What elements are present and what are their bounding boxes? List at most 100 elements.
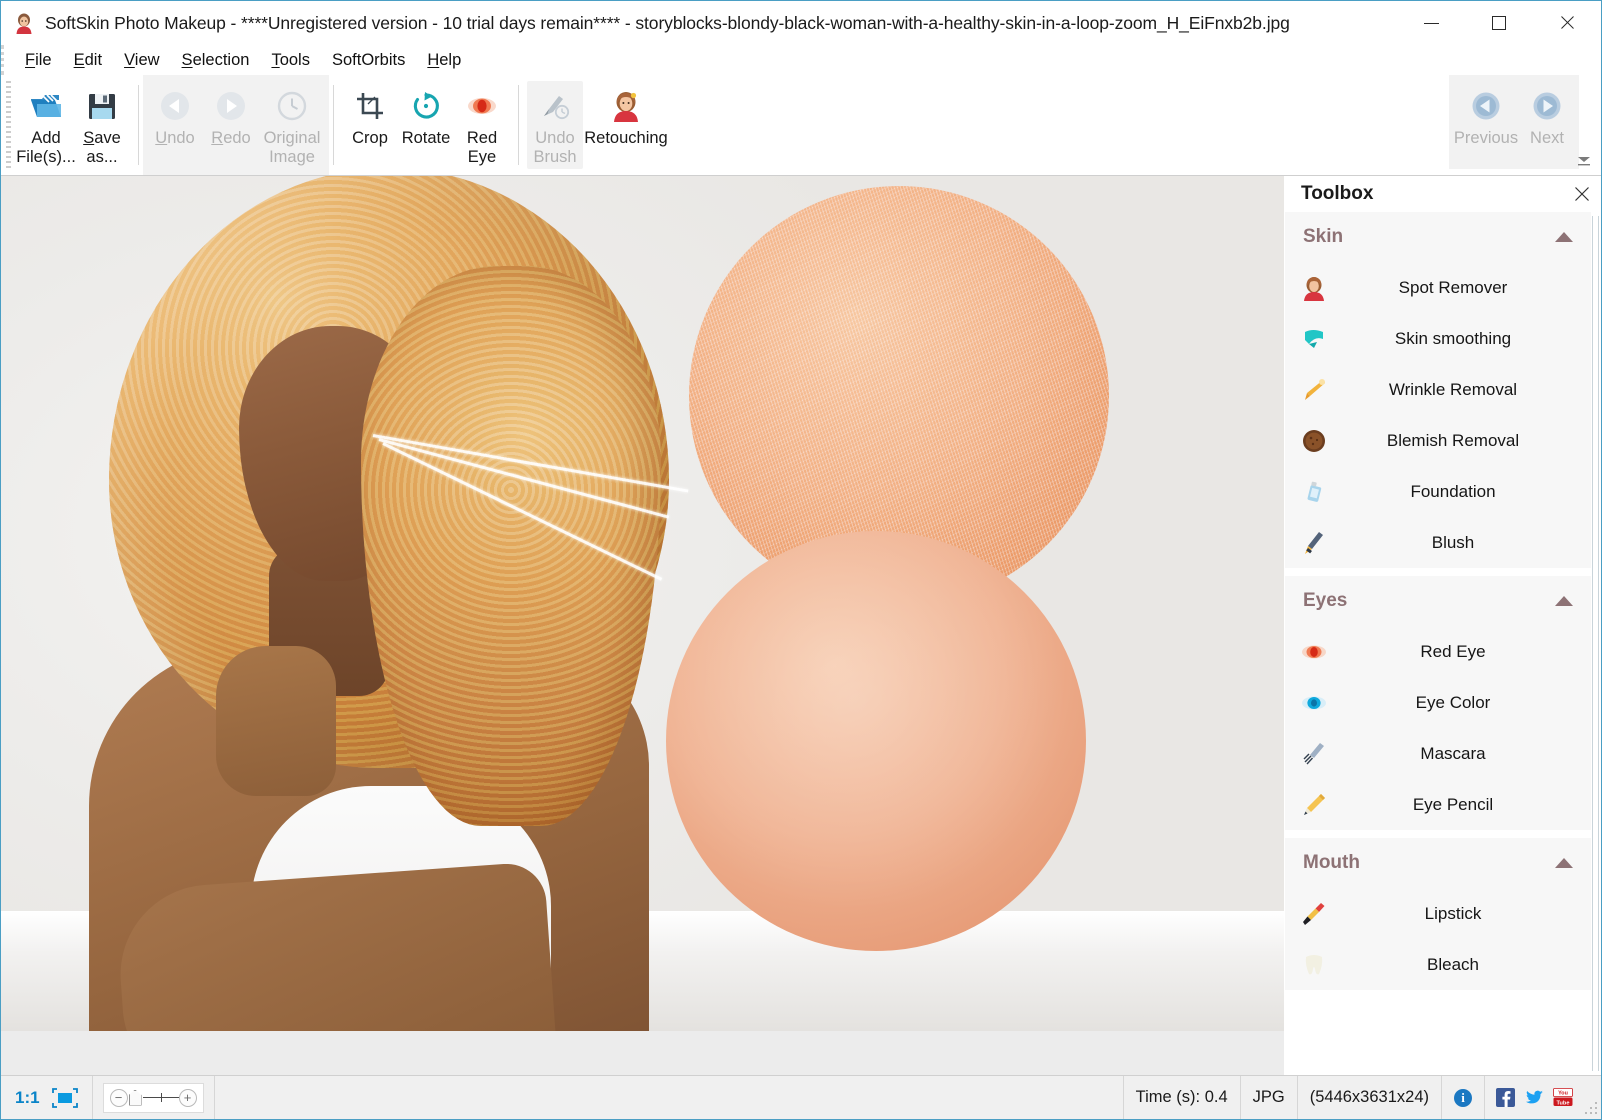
section-header-eyes[interactable]: Eyes	[1285, 576, 1591, 626]
toolbox-title: Toolbox	[1301, 183, 1373, 205]
zoom-out-button[interactable]: −	[110, 1089, 128, 1107]
tooth-icon	[1299, 950, 1329, 980]
menu-softorbits[interactable]: SoftOrbits	[321, 49, 416, 72]
section-header-skin[interactable]: Skin	[1285, 212, 1591, 262]
resize-grip[interactable]	[1583, 1101, 1599, 1117]
close-icon	[1559, 15, 1575, 31]
red-eye-label: Red Eye	[467, 129, 497, 167]
tool-foundation[interactable]: Foundation	[1285, 466, 1591, 517]
mascara-icon	[1299, 739, 1329, 769]
close-icon	[1574, 186, 1590, 202]
social-cell: You Tube	[1485, 1076, 1583, 1119]
menu-file[interactable]: File	[14, 49, 63, 72]
tool-skin-smoothing[interactable]: Skin smoothing	[1285, 313, 1591, 364]
collapse-arrow-icon[interactable]	[1555, 596, 1573, 606]
menu-view[interactable]: View	[113, 49, 170, 72]
photo-hand	[216, 646, 336, 796]
minimize-button[interactable]	[1397, 1, 1465, 45]
redo-button[interactable]: Redo	[203, 81, 259, 169]
original-image-button[interactable]: Original Image	[259, 81, 325, 169]
save-as-label: Saveas...	[83, 129, 121, 167]
tool-spot-remover[interactable]: Spot Remover	[1285, 262, 1591, 313]
tool-label: Red Eye	[1329, 642, 1591, 662]
app-icon	[13, 12, 35, 34]
toolbox-section-eyes: Eyes Red Eye	[1285, 576, 1591, 830]
nav-group: Previous Next	[1449, 75, 1579, 169]
tool-label: Foundation	[1329, 482, 1591, 502]
fit-to-window-icon[interactable]	[52, 1088, 78, 1108]
toolbox-header: Toolbox	[1285, 176, 1601, 212]
save-as-button[interactable]: Saveas...	[74, 81, 130, 169]
dimensions-status: (5446x3631x24)	[1298, 1076, 1442, 1119]
close-button[interactable]	[1533, 1, 1601, 45]
tool-label: Eye Color	[1329, 693, 1591, 713]
collapse-arrow-icon[interactable]	[1555, 858, 1573, 868]
maximize-button[interactable]	[1465, 1, 1533, 45]
menu-edit[interactable]: Edit	[63, 49, 113, 72]
previous-icon	[1468, 88, 1504, 124]
tool-label: Lipstick	[1329, 904, 1591, 924]
tool-red-eye[interactable]: Red Eye	[1285, 626, 1591, 677]
zoom-slider[interactable]: − +	[103, 1083, 204, 1113]
social-links: You Tube	[1485, 1088, 1583, 1108]
skin-sample-smooth	[666, 531, 1086, 951]
add-files-label: Add File(s)...	[16, 129, 76, 167]
toolbox-scrollbar[interactable]	[1592, 216, 1599, 1071]
toolbox-close-button[interactable]	[1567, 179, 1597, 209]
ribbon-group-history: Undo Redo O	[143, 75, 329, 175]
photo-hair-front	[361, 266, 661, 826]
info-icon[interactable]: i	[1454, 1089, 1472, 1107]
youtube-icon[interactable]: You Tube	[1553, 1088, 1573, 1108]
original-image-label: Original Image	[264, 129, 321, 167]
retouching-label: Retouching	[584, 129, 667, 148]
next-button[interactable]: Next	[1519, 81, 1575, 169]
undo-button[interactable]: Undo	[147, 81, 203, 169]
tool-eye-pencil[interactable]: Eye Pencil	[1285, 779, 1591, 830]
tool-wrinkle-removal[interactable]: Wrinkle Removal	[1285, 364, 1591, 415]
ribbon-toolbar: Add File(s)... Saveas...	[1, 75, 1601, 176]
add-files-button[interactable]: Add File(s)...	[18, 81, 74, 169]
facebook-icon[interactable]	[1495, 1088, 1515, 1108]
menu-tools[interactable]: Tools	[260, 49, 321, 72]
undo-brush-button[interactable]: Undo Brush	[527, 81, 583, 169]
svg-text:You: You	[1558, 1091, 1568, 1097]
red-eye-icon	[1299, 637, 1329, 667]
ribbon-group-brush: Undo Brush Retouching	[523, 75, 673, 175]
eye-color-icon	[1299, 688, 1329, 718]
tool-eye-color[interactable]: Eye Color	[1285, 677, 1591, 728]
ribbon-expand-icon[interactable]	[1577, 155, 1591, 167]
tool-label: Blemish Removal	[1329, 431, 1591, 451]
tool-blush[interactable]: Blush	[1285, 517, 1591, 568]
tool-mascara[interactable]: Mascara	[1285, 728, 1591, 779]
tool-lipstick[interactable]: Lipstick	[1285, 888, 1591, 939]
crop-button[interactable]: Crop	[342, 81, 398, 169]
pencil-icon	[1299, 790, 1329, 820]
retouching-icon	[608, 88, 644, 124]
twitter-icon[interactable]	[1524, 1088, 1544, 1108]
collapse-arrow-icon[interactable]	[1555, 232, 1573, 242]
tool-label: Eye Pencil	[1329, 795, 1591, 815]
zoom-slider-thumb[interactable]	[129, 1090, 142, 1106]
undo-brush-label: Undo Brush	[533, 129, 576, 167]
image-canvas[interactable]	[1, 176, 1284, 1075]
menu-help[interactable]: Help	[416, 49, 472, 72]
tool-blemish-removal[interactable]: Blemish Removal	[1285, 415, 1591, 466]
info-cell[interactable]: i	[1442, 1076, 1485, 1119]
tool-label: Mascara	[1329, 744, 1591, 764]
zoom-ratio-label[interactable]: 1:1	[15, 1088, 40, 1108]
previous-label: Previous	[1454, 129, 1518, 148]
section-header-mouth[interactable]: Mouth	[1285, 838, 1591, 888]
retouching-button[interactable]: Retouching	[583, 81, 669, 169]
undo-label: Undo	[155, 129, 194, 148]
zoom-in-button[interactable]: +	[179, 1089, 197, 1107]
tool-bleach[interactable]: Bleach	[1285, 939, 1591, 990]
red-eye-button[interactable]: Red Eye	[454, 81, 510, 169]
title-bar: SoftSkin Photo Makeup - ****Unregistered…	[1, 1, 1601, 45]
menu-selection[interactable]: Selection	[171, 49, 261, 72]
zoom-slider-track[interactable]	[143, 1097, 179, 1098]
application-window: SoftSkin Photo Makeup - ****Unregistered…	[0, 0, 1602, 1120]
previous-button[interactable]: Previous	[1453, 81, 1519, 169]
undo-icon	[157, 88, 193, 124]
menu-bar: File Edit View Selection Tools SoftOrbit…	[1, 45, 1601, 75]
rotate-button[interactable]: Rotate	[398, 81, 454, 169]
